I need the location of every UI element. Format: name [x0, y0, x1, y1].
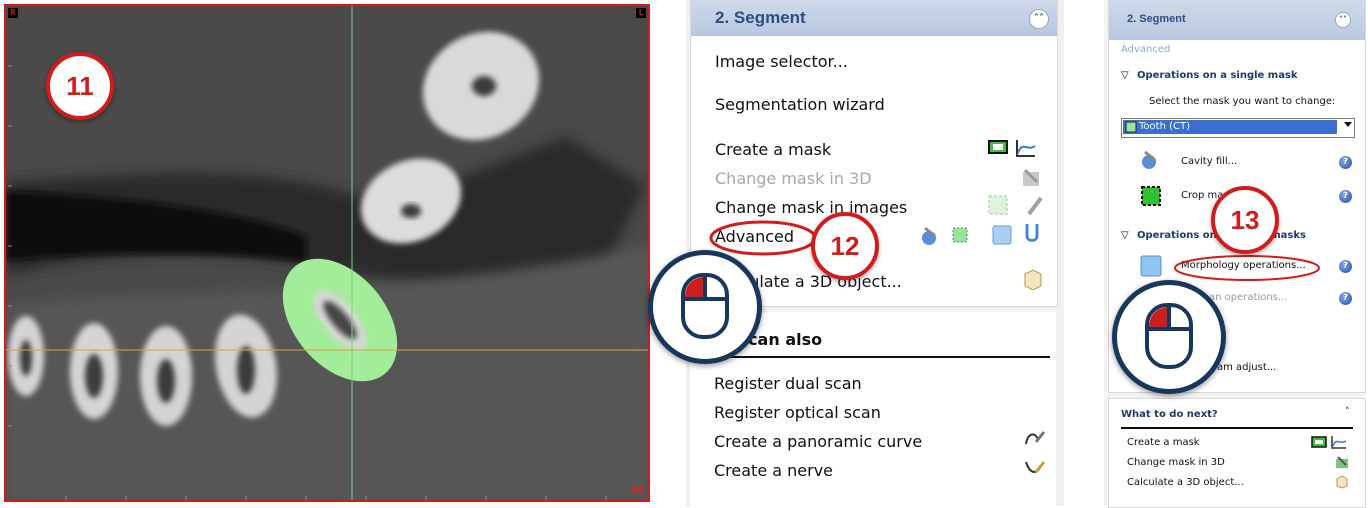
- help-icon[interactable]: ?: [1339, 260, 1352, 273]
- pencil-icon[interactable]: [1025, 194, 1045, 216]
- section-divider: [710, 356, 1050, 358]
- mouse-click-icon: [1112, 280, 1226, 394]
- mask-dropdown-value: Tooth (CT): [1139, 121, 1190, 132]
- menu-item-register-dual-scan[interactable]: Register dual scan: [714, 374, 862, 393]
- what-next-card: What to do next? ˄ Create a mask Change …: [1108, 398, 1366, 508]
- advanced-header[interactable]: 2. Segment ˄˄: [1109, 0, 1365, 40]
- chevron-down-icon[interactable]: ▽: [1121, 230, 1129, 241]
- section-divider: [1121, 427, 1353, 429]
- menu-item-image-selector[interactable]: Image selector...: [715, 52, 848, 71]
- cavity-fill-item[interactable]: Cavity fill...: [1181, 156, 1237, 167]
- collapse-icon[interactable]: ˄˄: [1335, 12, 1351, 28]
- menu-item-panoramic-curve[interactable]: Create a panoramic curve: [714, 432, 922, 451]
- menu-item-register-optical-scan[interactable]: Register optical scan: [714, 403, 881, 422]
- ct-slice-view[interactable]: R L 34 11: [4, 4, 650, 502]
- crop-mask-icon[interactable]: [1139, 184, 1163, 208]
- threshold-curve-icon[interactable]: [1015, 138, 1037, 158]
- step-badge-13: 13: [1211, 186, 1279, 254]
- dropdown-arrow-icon[interactable]: [1344, 122, 1352, 127]
- single-mask-header[interactable]: Operations on a single mask: [1137, 70, 1298, 81]
- threshold-curve-icon[interactable]: [1331, 435, 1347, 449]
- segment-title: 2. Segment: [715, 8, 806, 27]
- chevron-down-icon[interactable]: ▽: [1121, 70, 1129, 81]
- double-chevron-up-icon[interactable]: ˄: [1345, 407, 1350, 417]
- help-icon[interactable]: ?: [1339, 190, 1352, 203]
- menu-item-change-mask-3d: Change mask in 3D: [715, 169, 872, 188]
- select-region-icon[interactable]: [987, 194, 1009, 216]
- mask-icon[interactable]: [987, 138, 1009, 156]
- menu-item-change-mask-images[interactable]: Change mask in images: [715, 198, 907, 217]
- morphology-highlight: [1174, 255, 1320, 281]
- orientation-marker-right: L: [636, 8, 646, 18]
- advanced-panel-title: 2. Segment: [1127, 13, 1186, 25]
- calculate-object-icon[interactable]: [1021, 268, 1043, 290]
- brush-3d-icon: [1023, 168, 1039, 186]
- advanced-highlight: [709, 220, 817, 256]
- brush-3d-icon[interactable]: [1335, 455, 1349, 469]
- what-next-change-mask-3d[interactable]: Change mask in 3D: [1127, 457, 1225, 468]
- mask-select-prompt: Select the mask you want to change:: [1149, 96, 1336, 107]
- morphology-icon[interactable]: [991, 224, 1013, 246]
- step-badge-11: 11: [46, 52, 114, 120]
- slice-number: 34: [630, 485, 644, 496]
- help-icon[interactable]: ?: [1339, 156, 1352, 169]
- menu-item-create-mask[interactable]: Create a mask: [715, 140, 831, 159]
- cavity-fill-icon[interactable]: [1139, 148, 1161, 170]
- mask-color-icon: [1125, 121, 1137, 133]
- collapse-icon[interactable]: ˄˄: [1029, 9, 1049, 29]
- step-badge-12: 12: [811, 212, 879, 280]
- segment-menu-panel: 2. Segment ˄˄ Image selector... Segmenta…: [648, 0, 1064, 506]
- mask-icon[interactable]: [1311, 435, 1327, 449]
- nerve-icon[interactable]: [1024, 458, 1046, 478]
- what-next-title: What to do next?: [1121, 409, 1218, 420]
- advanced-subtitle: Advanced: [1121, 44, 1171, 55]
- menu-item-create-nerve[interactable]: Create a nerve: [714, 461, 833, 480]
- menu-item-segmentation-wizard[interactable]: Segmentation wizard: [715, 95, 885, 114]
- crop-mask-icon[interactable]: [949, 224, 971, 246]
- segment-header[interactable]: 2. Segment ˄˄: [691, 0, 1057, 36]
- help-icon[interactable]: ?: [1339, 292, 1352, 305]
- calculate-object-icon[interactable]: [1335, 475, 1349, 489]
- boolean-icon[interactable]: [1021, 222, 1043, 246]
- morphology-icon[interactable]: [1139, 254, 1163, 278]
- what-next-calculate-3d[interactable]: Calculate a 3D object...: [1127, 477, 1244, 488]
- cavity-fill-icon[interactable]: [919, 224, 941, 246]
- panoramic-curve-icon[interactable]: [1024, 428, 1046, 448]
- mouse-click-icon: [648, 250, 762, 364]
- what-next-create-mask[interactable]: Create a mask: [1127, 437, 1200, 448]
- orientation-marker-left: R: [8, 8, 18, 18]
- mask-dropdown[interactable]: Tooth (CT): [1121, 118, 1355, 138]
- advanced-panel: 2. Segment ˄˄ Advanced ▽ Operations on a…: [1104, 0, 1366, 508]
